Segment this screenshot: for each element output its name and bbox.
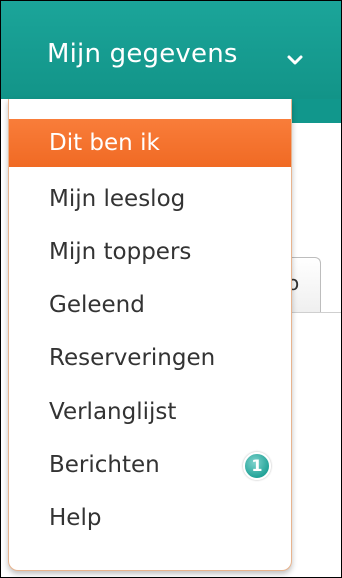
- menu-item-label: Geleend: [49, 292, 145, 318]
- background-divider: [285, 312, 341, 313]
- menu-item-mijn-leeslog[interactable]: Mijn leeslog: [9, 173, 291, 225]
- menu-item-label: Dit ben ik: [49, 130, 160, 156]
- unread-count-badge: 1: [243, 452, 271, 480]
- menu-item-label: Reserveringen: [49, 345, 216, 371]
- nav-dropdown-toggle[interactable]: Mijn gegevens: [1, 1, 341, 99]
- menu-item-label: Help: [49, 505, 102, 531]
- menu-item-label: Mijn leeslog: [49, 186, 186, 212]
- menu-item-label: Mijn toppers: [49, 239, 192, 265]
- menu-item-geleend[interactable]: Geleend: [9, 279, 291, 331]
- chevron-down-icon: [287, 55, 303, 65]
- menu-item-mijn-toppers[interactable]: Mijn toppers: [9, 226, 291, 278]
- menu-item-dit-ben-ik[interactable]: Dit ben ik: [9, 119, 291, 167]
- menu-item-verlanglijst[interactable]: Verlanglijst: [9, 386, 291, 438]
- user-dropdown-menu: Dit ben ik Mijn leeslog Mijn toppers Gel…: [8, 99, 292, 571]
- menu-item-label: Verlanglijst: [49, 399, 177, 425]
- menu-item-help[interactable]: Help: [9, 492, 291, 544]
- nav-bar-lower-strip: [291, 99, 341, 123]
- nav-title: Mijn gegevens: [47, 39, 238, 69]
- menu-item-berichten[interactable]: Berichten 1: [9, 439, 291, 491]
- menu-item-label: Berichten: [49, 452, 160, 478]
- menu-item-reserveringen[interactable]: Reserveringen: [9, 332, 291, 384]
- screenshot-frame: Mijn gegevens o Dit ben ik Mijn leeslog …: [0, 0, 342, 578]
